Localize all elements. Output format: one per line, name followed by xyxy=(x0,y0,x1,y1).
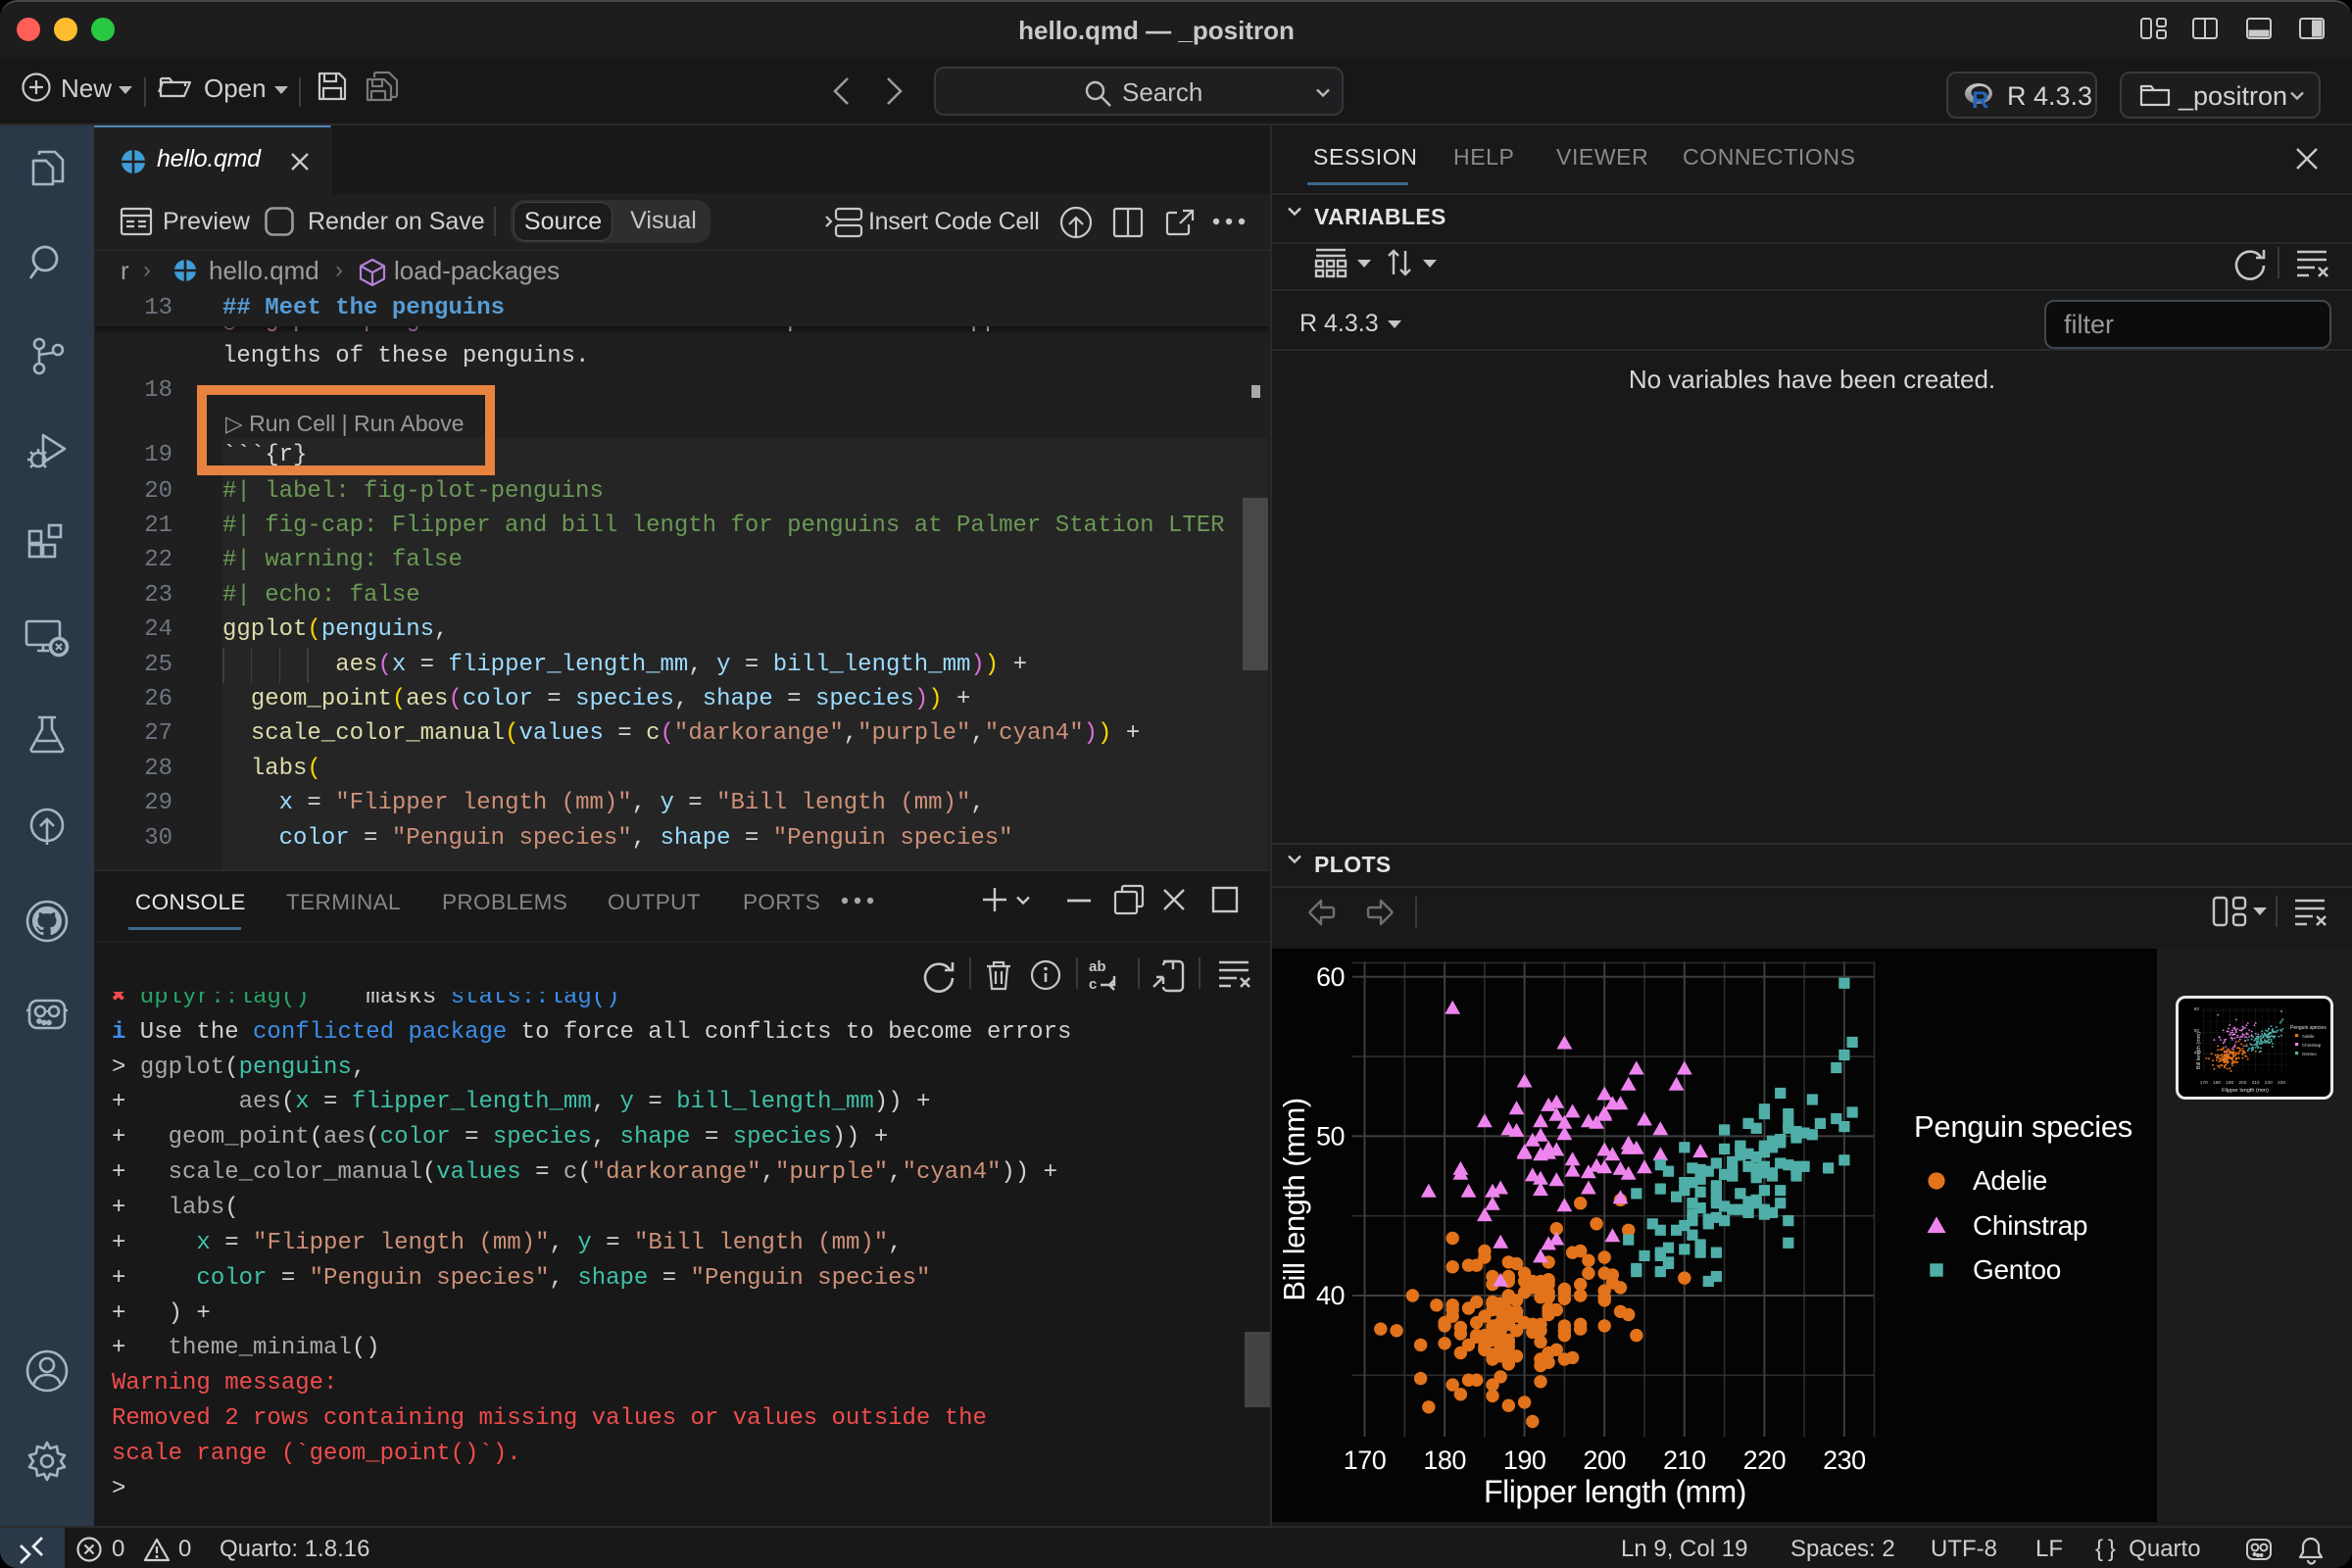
svg-text:180: 180 xyxy=(2213,1080,2221,1086)
svg-text:60: 60 xyxy=(2194,1006,2200,1012)
svg-text:170: 170 xyxy=(2200,1080,2208,1086)
svg-text:R: R xyxy=(1972,87,1988,114)
svg-text:Flipper length (mm): Flipper length (mm) xyxy=(2222,1088,2269,1094)
svg-text:210: 210 xyxy=(2252,1080,2260,1086)
svg-text:Penguin species: Penguin species xyxy=(1914,1109,2132,1144)
svg-text:Flipper length (mm): Flipper length (mm) xyxy=(1484,1474,1746,1509)
svg-text:230: 230 xyxy=(1823,1446,1866,1475)
svg-text:40: 40 xyxy=(1316,1281,1345,1310)
svg-text:Adelie: Adelie xyxy=(2302,1034,2315,1039)
svg-text:200: 200 xyxy=(2238,1080,2246,1086)
svg-text:Bill length (mm): Bill length (mm) xyxy=(1277,1098,1311,1300)
svg-text:230: 230 xyxy=(2278,1080,2285,1086)
svg-text:60: 60 xyxy=(1316,962,1345,992)
svg-text:190: 190 xyxy=(2226,1080,2233,1086)
svg-text:c: c xyxy=(1089,976,1097,993)
svg-text:220: 220 xyxy=(1743,1446,1787,1475)
svg-text:50: 50 xyxy=(1316,1121,1345,1151)
svg-text:Chinstrap: Chinstrap xyxy=(2302,1043,2322,1048)
svg-text:Chinstrap: Chinstrap xyxy=(1973,1210,2087,1241)
svg-text:Bill length (mm): Bill length (mm) xyxy=(2196,1032,2202,1069)
svg-text:Gentoo: Gentoo xyxy=(2302,1052,2317,1056)
svg-text:190: 190 xyxy=(1503,1446,1546,1475)
svg-text:180: 180 xyxy=(1423,1446,1466,1475)
svg-text:210: 210 xyxy=(1663,1446,1706,1475)
svg-text:170: 170 xyxy=(1344,1446,1387,1475)
svg-text:ab: ab xyxy=(1089,958,1106,975)
svg-text:Penguin species: Penguin species xyxy=(2290,1025,2327,1031)
svg-text:Adelie: Adelie xyxy=(1973,1165,2047,1196)
svg-text:220: 220 xyxy=(2265,1080,2273,1086)
svg-text:200: 200 xyxy=(1583,1446,1626,1475)
svg-text:Gentoo: Gentoo xyxy=(1973,1254,2061,1285)
